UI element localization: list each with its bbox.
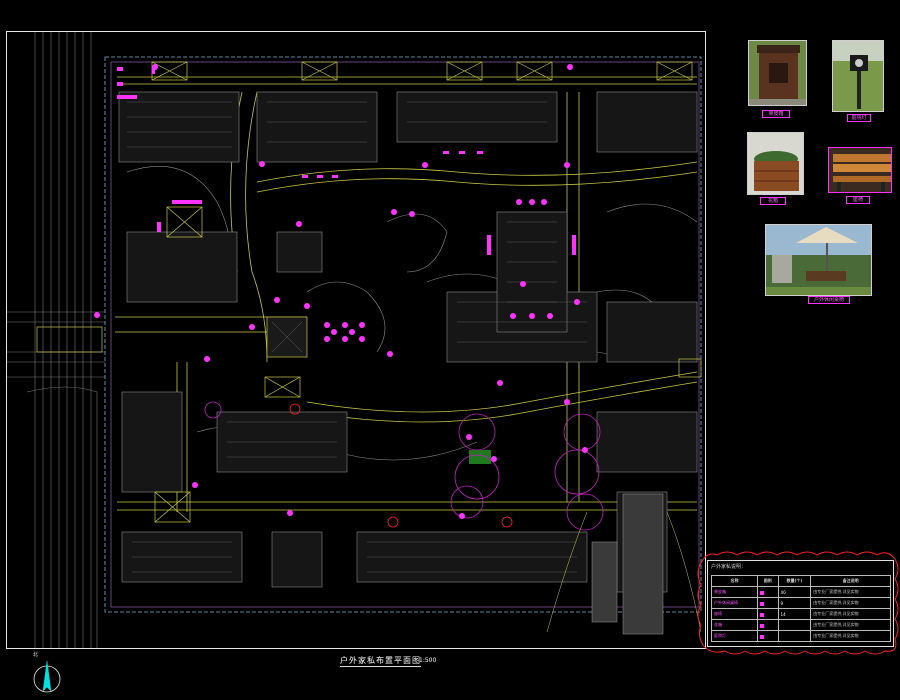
site-plan-drawing [7, 32, 702, 648]
trash-bin-photo [748, 40, 807, 106]
legend-item-qty: 14 [777, 608, 812, 620]
magenta-dot-icon [756, 608, 779, 620]
legend-item-name: 庭院灯 [711, 630, 758, 642]
legend-item-name: 座椅 [711, 608, 758, 620]
legend-item-qty: 9 [777, 597, 812, 609]
legend-item-note: 由专业厂家提供,详见实物 [810, 608, 891, 620]
magenta-dot-icon [756, 586, 779, 598]
west-road [7, 32, 105, 648]
legend-header-row: 名称 图例 数量(个) 备注说明 [711, 575, 891, 587]
legend-item-qty: 40 [777, 586, 812, 598]
legend-header-name: 名称 [711, 575, 758, 587]
lamp-post-photo [832, 40, 884, 112]
legend-header-note: 备注说明 [810, 575, 891, 587]
umbrella-table-caption: 户外休闲桌椅 [808, 296, 850, 304]
magenta-dot-icon [756, 619, 779, 631]
residential-buildings [118, 91, 698, 593]
legend-header-qty: 数量(个) [777, 575, 812, 587]
bench-caption: 座椅 [846, 196, 870, 204]
site-plan-frame [6, 31, 706, 649]
north-label: 北 [33, 652, 39, 658]
legend-item-note: 由专业厂家提供,详见实物 [810, 586, 891, 598]
legend-table: 名称 图例 数量(个) 备注说明 果皮箱 40 由专业厂家提供,详见实物 户外休… [711, 575, 891, 642]
magenta-dot-icon [756, 597, 779, 609]
lamp-post-caption: 庭院灯 [847, 114, 871, 122]
planter-box-photo [747, 132, 804, 195]
trash-bin-caption: 果皮箱 [762, 110, 790, 118]
umbrella-table-photo [765, 224, 872, 296]
legend-item-note: 由专业厂家提供,详见实物 [810, 597, 891, 609]
legend-title: 户外家私说明： [711, 564, 747, 570]
legend-item-name: 户外休闲桌椅 [711, 597, 758, 609]
magenta-dot-icon [756, 630, 779, 642]
legend-row: 花箱 由专业厂家提供,详见实物 [711, 619, 891, 631]
legend-header-symbol: 图例 [756, 575, 779, 587]
legend-item-qty [777, 630, 812, 642]
legend-row: 果皮箱 40 由专业厂家提供,详见实物 [711, 586, 891, 598]
bench-photo [828, 147, 892, 193]
legend-item-qty [777, 619, 812, 631]
legend-row: 座椅 14 由专业厂家提供,详见实物 [711, 608, 891, 620]
legend-row: 户外休闲桌椅 9 由专业厂家提供,详见实物 [711, 597, 891, 609]
legend-item-name: 花箱 [711, 619, 758, 631]
drawing-title: 户外家私布置平面图 [340, 656, 421, 667]
legend-item-name: 果皮箱 [711, 586, 758, 598]
legend-item-note: 由专业厂家提供,详见实物 [810, 630, 891, 642]
furniture-legend: 户外家私说明： 名称 图例 数量(个) 备注说明 果皮箱 40 由专业厂家提供,… [707, 560, 894, 647]
green-feature [469, 450, 491, 464]
legend-item-note: 由专业厂家提供,详见实物 [810, 619, 891, 631]
drawing-scale: 1:500 [419, 657, 437, 664]
planter-box-caption: 花箱 [760, 197, 786, 205]
legend-row: 庭院灯 由专业厂家提供,详见实物 [711, 630, 891, 642]
